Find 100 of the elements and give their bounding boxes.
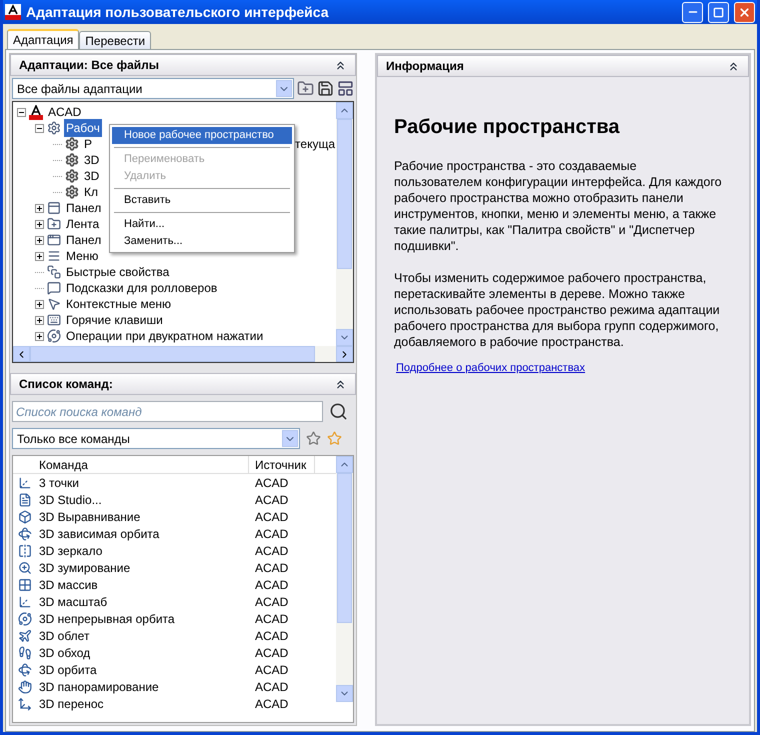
dropdown[interactable]: Только все команды: [12, 428, 300, 449]
tree-item[interactable]: Контекстные меню: [64, 295, 174, 313]
horizontal-scrollbar[interactable]: [13, 346, 353, 362]
tree-item[interactable]: Меню: [64, 247, 100, 265]
collapse-toggle-icon[interactable]: [17, 108, 26, 116]
save-icon[interactable]: [317, 80, 334, 97]
table-cell-text: 3D зеркало: [38, 542, 104, 560]
command-icon: [18, 476, 32, 490]
star-search-icon[interactable]: [306, 431, 321, 446]
tree-item[interactable]: Быстрые свойства: [64, 263, 172, 281]
panel-title: Информация: [386, 58, 464, 75]
command-icon: [18, 612, 32, 626]
expand-toggle-icon[interactable]: [35, 332, 44, 340]
tree-item[interactable]: Горячие клавиши: [64, 311, 165, 329]
expand-toggle-icon[interactable]: [35, 252, 44, 260]
tree-item-note: текуща: [295, 136, 336, 153]
gear-icon: [65, 137, 79, 151]
table-cell-text: 3D непрерывная орбита: [38, 610, 176, 628]
tree-item[interactable]: ACAD: [46, 103, 84, 121]
tree-item[interactable]: Лента: [64, 215, 102, 233]
tree-item[interactable]: Кл: [82, 183, 100, 201]
info-link[interactable]: Подробнее о рабочих пространствах: [394, 360, 732, 376]
tree-node-icon: [47, 313, 61, 327]
command-icon: [18, 594, 32, 608]
window-title: Адаптация пользовательского интерфейса: [26, 2, 330, 22]
gear-icon: [65, 153, 79, 167]
table-cell-text: 3D зумирование: [38, 560, 132, 576]
panel-title: Адаптации: Все файлы: [19, 57, 159, 74]
gear-icon: [47, 121, 61, 135]
gear-icon: [65, 185, 79, 199]
tab[interactable]: Перевести: [79, 31, 152, 49]
table-cell-text: 3D облет: [38, 628, 90, 644]
tree-item[interactable]: Р: [82, 135, 94, 153]
table-cell-text: 3D панорамирование: [38, 678, 160, 696]
tree-item[interactable]: Операции при двукратном нажатии: [64, 327, 266, 345]
tree-item[interactable]: Подсказки для ролловеров: [64, 279, 220, 297]
table-cell-text: ACAD: [254, 696, 288, 712]
tree-item[interactable]: Панел: [64, 231, 104, 249]
dropdown[interactable]: Все файлы адаптации: [12, 78, 294, 99]
expand-toggle-icon[interactable]: [35, 204, 44, 212]
scrollbar[interactable]: [336, 456, 353, 702]
menu-item[interactable]: Заменить...: [112, 233, 292, 250]
table-cell-text: ACAD: [254, 610, 288, 628]
acad-logo-icon: [29, 104, 43, 120]
tree-item[interactable]: Рабоч: [64, 119, 102, 137]
close-button[interactable]: [734, 2, 755, 22]
command-icon: [18, 578, 32, 592]
tree-node-icon: [47, 329, 61, 343]
scrollbar[interactable]: [336, 102, 353, 346]
table-cell-text: ACAD: [254, 678, 288, 696]
command-icon: [18, 526, 32, 540]
collapse-toggle-icon[interactable]: [35, 124, 44, 132]
column-header[interactable]: Команда: [37, 456, 249, 473]
table-cell-text: ACAD: [254, 526, 288, 542]
info-paragraph: Чтобы изменить содержимое рабочего пространства, перетаскивайте элементы в дереве. Можно также использовать рабочее пространство режима адаптации рабочего пространства для выбора групп содержимого, добавляемого в рабочие пространства.: [394, 270, 721, 350]
table-cell-text: ACAD: [254, 560, 288, 576]
expand-toggle-icon[interactable]: [35, 236, 44, 244]
tree-item[interactable]: 3D: [82, 151, 102, 169]
tree-item[interactable]: Панел: [64, 199, 104, 217]
table-cell-text: ACAD: [254, 542, 288, 560]
menu-item[interactable]: Вставить: [112, 192, 292, 209]
menu-item[interactable]: Новое рабочее пространство: [112, 127, 292, 144]
table-cell-text: 3D масштаб: [38, 594, 108, 610]
star-new-icon[interactable]: [327, 431, 342, 446]
tree-node-icon: [47, 201, 61, 215]
tab[interactable]: Адаптация: [7, 29, 80, 49]
minimize-button[interactable]: [682, 2, 703, 22]
menu-item[interactable]: Найти...: [112, 216, 292, 233]
command-icon: [18, 560, 32, 574]
table-cell-text: 3D обход: [38, 644, 92, 662]
tree-item[interactable]: 3D: [82, 167, 102, 185]
expand-toggle-icon[interactable]: [35, 300, 44, 308]
search-icon[interactable]: [329, 402, 348, 421]
open-folder-icon[interactable]: [297, 80, 314, 97]
command-icon: [18, 544, 32, 558]
panel-title: Список команд:: [19, 376, 113, 393]
column-header[interactable]: Источник: [249, 456, 315, 473]
table-cell-text: 3D массив: [38, 576, 99, 594]
table-cell-text: 3 точки: [38, 474, 80, 492]
maximize-button[interactable]: [708, 2, 729, 22]
tree-node-icon: [47, 265, 61, 279]
maximize-icon[interactable]: [713, 6, 724, 18]
app-logo-icon: [5, 4, 21, 20]
table-cell-text: 3D Выравнивание: [38, 508, 142, 526]
command-icon: [18, 646, 32, 660]
expand-toggle-icon[interactable]: [35, 220, 44, 228]
close-icon[interactable]: [738, 6, 751, 18]
table-cell-text: 3D зависимая орбита: [38, 526, 160, 542]
info-heading: Рабочие пространства: [394, 115, 621, 140]
tree-node-icon: [47, 217, 61, 231]
search-field[interactable]: Список поиска команд: [12, 401, 323, 422]
table-cell-text: ACAD: [254, 576, 288, 594]
tree-node-icon: [47, 233, 61, 247]
table-cell-text: 3D орбита: [38, 662, 98, 678]
expand-toggle-icon[interactable]: [35, 316, 44, 324]
window-icon[interactable]: [337, 80, 354, 97]
table-cell-text: ACAD: [254, 492, 288, 508]
table-cell-text: 3D Studio...: [38, 492, 103, 508]
table-cell-text: ACAD: [254, 594, 288, 610]
command-icon: [18, 628, 32, 642]
